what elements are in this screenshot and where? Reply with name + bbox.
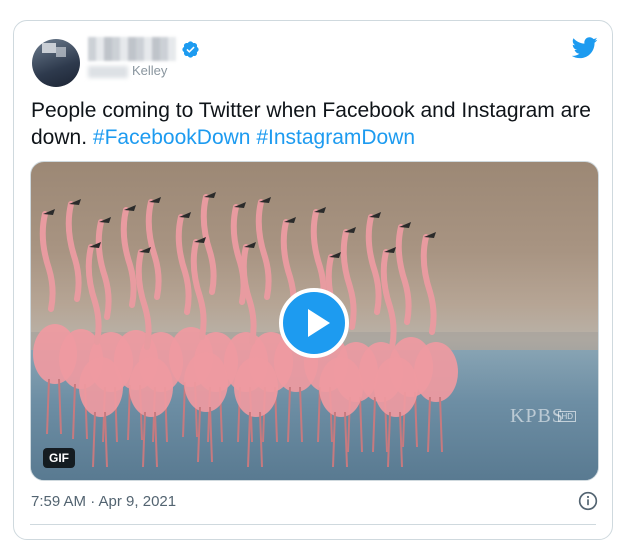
- flamingo-body: [234, 357, 278, 417]
- flamingo-legs: [387, 411, 403, 468]
- flamingo-body: [184, 352, 228, 412]
- flamingo-neck: [175, 214, 192, 315]
- tweet-timestamp[interactable]: 7:59 AM · Apr 9, 2021: [31, 493, 176, 510]
- hd-watermark: HD: [558, 411, 576, 422]
- display-name-redacted[interactable]: [88, 37, 176, 61]
- flamingo-legs: [287, 386, 303, 443]
- flamingo-neck: [255, 199, 272, 300]
- gif-badge: GIF: [43, 448, 75, 468]
- flamingo-neck: [85, 244, 102, 345]
- twitter-bird-icon[interactable]: [572, 37, 598, 59]
- flamingo-neck: [420, 234, 437, 335]
- avatar-pixel: [42, 43, 56, 53]
- info-icon[interactable]: [578, 491, 598, 511]
- flamingo-legs: [197, 406, 213, 463]
- flamingo-neck: [240, 244, 257, 345]
- flamingo-legs: [142, 411, 158, 468]
- flamingo-legs: [247, 411, 263, 468]
- flamingo-legs: [92, 411, 108, 468]
- flamingo-legs: [332, 411, 348, 468]
- play-icon: [308, 309, 330, 337]
- flamingo-body: [79, 357, 123, 417]
- flamingo-neck: [190, 239, 207, 340]
- tweet-card[interactable]: Kelley People coming to Twitter when Fac…: [13, 20, 613, 540]
- handle[interactable]: Kelley: [88, 63, 167, 78]
- flamingo-neck: [120, 207, 137, 308]
- flamingo-neck: [395, 224, 412, 325]
- handle-suffix: Kelley: [132, 63, 168, 78]
- flamingo-body: [129, 357, 173, 417]
- hashtag-link[interactable]: #FacebookDown: [93, 126, 251, 149]
- flamingo-neck: [380, 249, 397, 350]
- flamingo-neck: [145, 199, 162, 300]
- flamingo-body: [374, 357, 418, 417]
- verified-badge-icon: [182, 41, 199, 58]
- avatar-pixel: [56, 47, 66, 57]
- flamingo-neck: [39, 211, 56, 312]
- flamingo-legs: [46, 378, 62, 435]
- flamingo-neck: [365, 214, 382, 315]
- flamingo-legs: [427, 396, 443, 453]
- tweet-text: People coming to Twitter when Facebook a…: [31, 97, 601, 151]
- gif-media[interactable]: KPBS HD GIF: [30, 161, 599, 481]
- handle-redacted: [88, 65, 128, 78]
- play-button[interactable]: [279, 288, 349, 358]
- flamingo-neck: [95, 219, 112, 320]
- hashtag-link[interactable]: #InstagramDown: [256, 126, 415, 149]
- flamingo-body: [414, 342, 458, 402]
- kpbs-watermark: KPBS: [510, 405, 564, 428]
- flamingo-neck: [200, 194, 217, 295]
- avatar[interactable]: [32, 39, 80, 87]
- watermark-text: KPBS: [509, 405, 564, 427]
- flamingo-neck: [65, 201, 82, 302]
- flamingo-body: [319, 357, 363, 417]
